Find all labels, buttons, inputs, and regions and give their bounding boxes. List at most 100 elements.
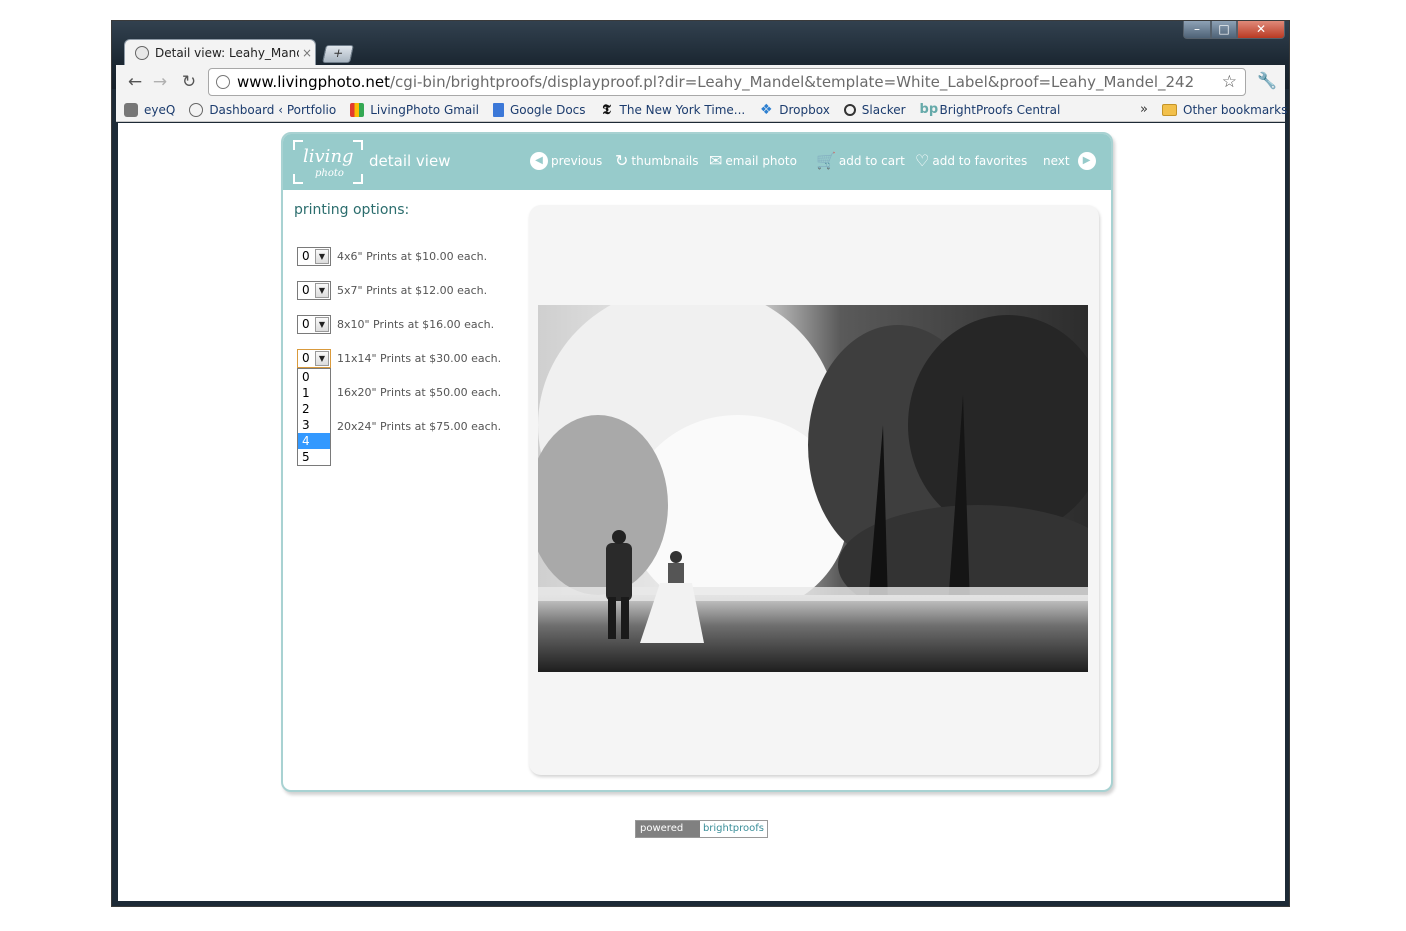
reload-icon[interactable]: ↻ (178, 71, 200, 93)
bookmark-dashboard[interactable]: Dashboard ‹ Portfolio (189, 102, 336, 117)
wrench-icon[interactable]: 🔧 (1257, 71, 1277, 91)
proof-photo[interactable] (538, 305, 1088, 672)
envelope-icon: ✉ (709, 151, 723, 170)
back-arrow-icon[interactable]: ← (124, 71, 146, 93)
printing-options-title: printing options: (294, 202, 410, 218)
url-host: www.livingphoto.net (237, 73, 390, 91)
email-photo-button[interactable]: ✉ email photo (709, 152, 797, 170)
livingphoto-logo[interactable]: living photo (293, 140, 363, 184)
apple-icon (124, 102, 138, 117)
next-button[interactable]: next ▶ (1043, 152, 1099, 170)
logo-subtext: photo (315, 168, 344, 179)
dropdown-option[interactable]: 1 (298, 385, 330, 401)
quantity-select[interactable]: 0▼ (297, 246, 331, 266)
nav-label: add to cart (838, 154, 905, 168)
print-option-label: 16x20" Prints at $50.00 each. (337, 385, 502, 399)
powered-by-badge[interactable]: powered by brightproofs (635, 820, 768, 850)
quantity-dropdown-list: 0 1 2 3 4 5 (297, 368, 331, 466)
select-value: 0 (302, 283, 310, 297)
bookmarks-overflow-chevron-icon[interactable]: » (1140, 102, 1148, 117)
bookmark-label: Other bookmarks (1183, 102, 1288, 117)
bookmark-star-icon[interactable]: ☆ (1222, 72, 1237, 92)
forward-arrow-icon[interactable]: → (149, 71, 171, 93)
quantity-select-open[interactable]: 0 ▼ (297, 348, 331, 368)
nav-label: email photo (725, 154, 797, 168)
chevron-down-icon: ▼ (315, 282, 329, 298)
print-option-label: 8x10" Prints at $16.00 each. (337, 317, 495, 331)
bookmark-eyeq[interactable]: eyeQ (124, 102, 176, 117)
bookmark-label: Dropbox (779, 102, 830, 117)
dropdown-option[interactable]: 3 (298, 417, 330, 433)
bookmark-label: Slacker (861, 102, 906, 117)
bookmark-brightproofs[interactable]: bp BrightProofs Central (919, 101, 1061, 117)
page-title: detail view (369, 152, 451, 170)
bookmark-label: BrightProofs Central (939, 102, 1061, 117)
card-header: living photo detail view ◀ previous ↻ thum… (283, 134, 1111, 190)
bookmark-label: eyeQ (144, 102, 176, 117)
bookmark-gmail[interactable]: LivingPhoto Gmail (350, 102, 479, 117)
other-bookmarks[interactable]: Other bookmarks (1162, 103, 1287, 117)
add-to-favorites-button[interactable]: ♡ add to favorites (915, 152, 1027, 170)
gmail-icon (350, 102, 365, 117)
bookmark-nyt[interactable]: 𝕿 The New York Time... (600, 101, 746, 118)
bookmark-label: The New York Time... (619, 102, 746, 117)
nav-label: previous (551, 154, 603, 168)
print-option-label: 5x7" Prints at $12.00 each. (337, 283, 488, 297)
docs-icon (492, 102, 504, 117)
print-option-row: 0 ▼ 4x6" Prints at $10.00 each. (297, 246, 487, 266)
minimize-button[interactable]: – (1183, 21, 1211, 39)
address-bar[interactable]: www.livingphoto.net/cgi-bin/brightproofs… (208, 68, 1246, 96)
add-to-cart-button[interactable]: 🛒 add to cart (816, 152, 905, 170)
quantity-select[interactable]: 0▼ (297, 314, 331, 334)
thumbnails-icon: ↻ (615, 151, 629, 170)
dropdown-option[interactable]: 5 (298, 449, 330, 465)
bookmark-label: LivingPhoto Gmail (370, 102, 479, 117)
previous-button[interactable]: ◀ previous (530, 152, 602, 170)
url-path: /cgi-bin/brightproofs/displayproof.pl?di… (390, 73, 1195, 91)
select-value: 0 (302, 249, 310, 263)
new-tab-button[interactable]: + (322, 45, 354, 63)
browser-tab[interactable]: Detail view: Leahy_Mandel_ × (124, 39, 316, 66)
brightproofs-brand: brightproofs (699, 821, 767, 837)
brightproofs-icon: bp (919, 101, 939, 117)
bookmarks-bar: eyeQ Dashboard ‹ Portfolio LivingPhoto G… (116, 98, 1287, 121)
cart-icon: 🛒 (816, 151, 836, 170)
browser-window: – □ ✕ Detail view: Leahy_Mandel_ × + ← →… (111, 20, 1290, 907)
nav-label: next (1043, 154, 1070, 168)
maximize-button[interactable]: □ (1211, 21, 1237, 39)
dropdown-option[interactable]: 0 (298, 369, 330, 385)
chevron-down-icon: ▼ (315, 316, 329, 332)
print-option-label: 20x24" Prints at $75.00 each. (337, 419, 502, 433)
powered-by-text: powered by (636, 821, 700, 850)
tab-close-icon[interactable]: × (299, 46, 315, 60)
slacker-icon (843, 103, 856, 116)
globe-icon (135, 46, 149, 60)
print-option-row: 0 ▼ 11x14" Prints at $30.00 each. (297, 348, 501, 368)
globe-icon (189, 102, 204, 117)
dropdown-option-highlighted[interactable]: 4 (298, 433, 330, 449)
heart-icon: ♡ (915, 151, 930, 170)
folder-icon (1162, 103, 1177, 116)
bookmark-dropbox[interactable]: ❖ Dropbox (759, 103, 830, 117)
thumbnails-button[interactable]: ↻ thumbnails (615, 152, 699, 170)
print-option-label: 11x14" Prints at $30.00 each. (337, 351, 502, 365)
tab-title: Detail view: Leahy_Mandel_ (155, 46, 299, 60)
nyt-icon: 𝕿 (602, 101, 611, 118)
chevron-down-icon: ▼ (315, 350, 329, 366)
page-icon (216, 75, 230, 89)
quantity-select[interactable]: 0▼ (297, 280, 331, 300)
nav-label: thumbnails (631, 154, 699, 168)
bookmark-google-docs[interactable]: Google Docs (492, 102, 586, 117)
close-window-button[interactable]: ✕ (1237, 21, 1285, 39)
dropdown-option[interactable]: 2 (298, 401, 330, 417)
dropbox-icon: ❖ (759, 101, 773, 118)
select-value: 0 (302, 351, 310, 365)
bookmark-slacker[interactable]: Slacker (843, 102, 906, 117)
page-viewport: living photo detail view ◀ previous ↻ thum… (118, 123, 1285, 901)
bookmark-label: Google Docs (509, 102, 586, 117)
select-value: 0 (302, 317, 310, 331)
photo-panel (529, 205, 1099, 775)
print-option-row: 0 ▼ 5x7" Prints at $12.00 each. (297, 280, 487, 300)
print-option-label: 4x6" Prints at $10.00 each. (337, 249, 488, 263)
next-arrow-icon: ▶ (1077, 152, 1096, 170)
